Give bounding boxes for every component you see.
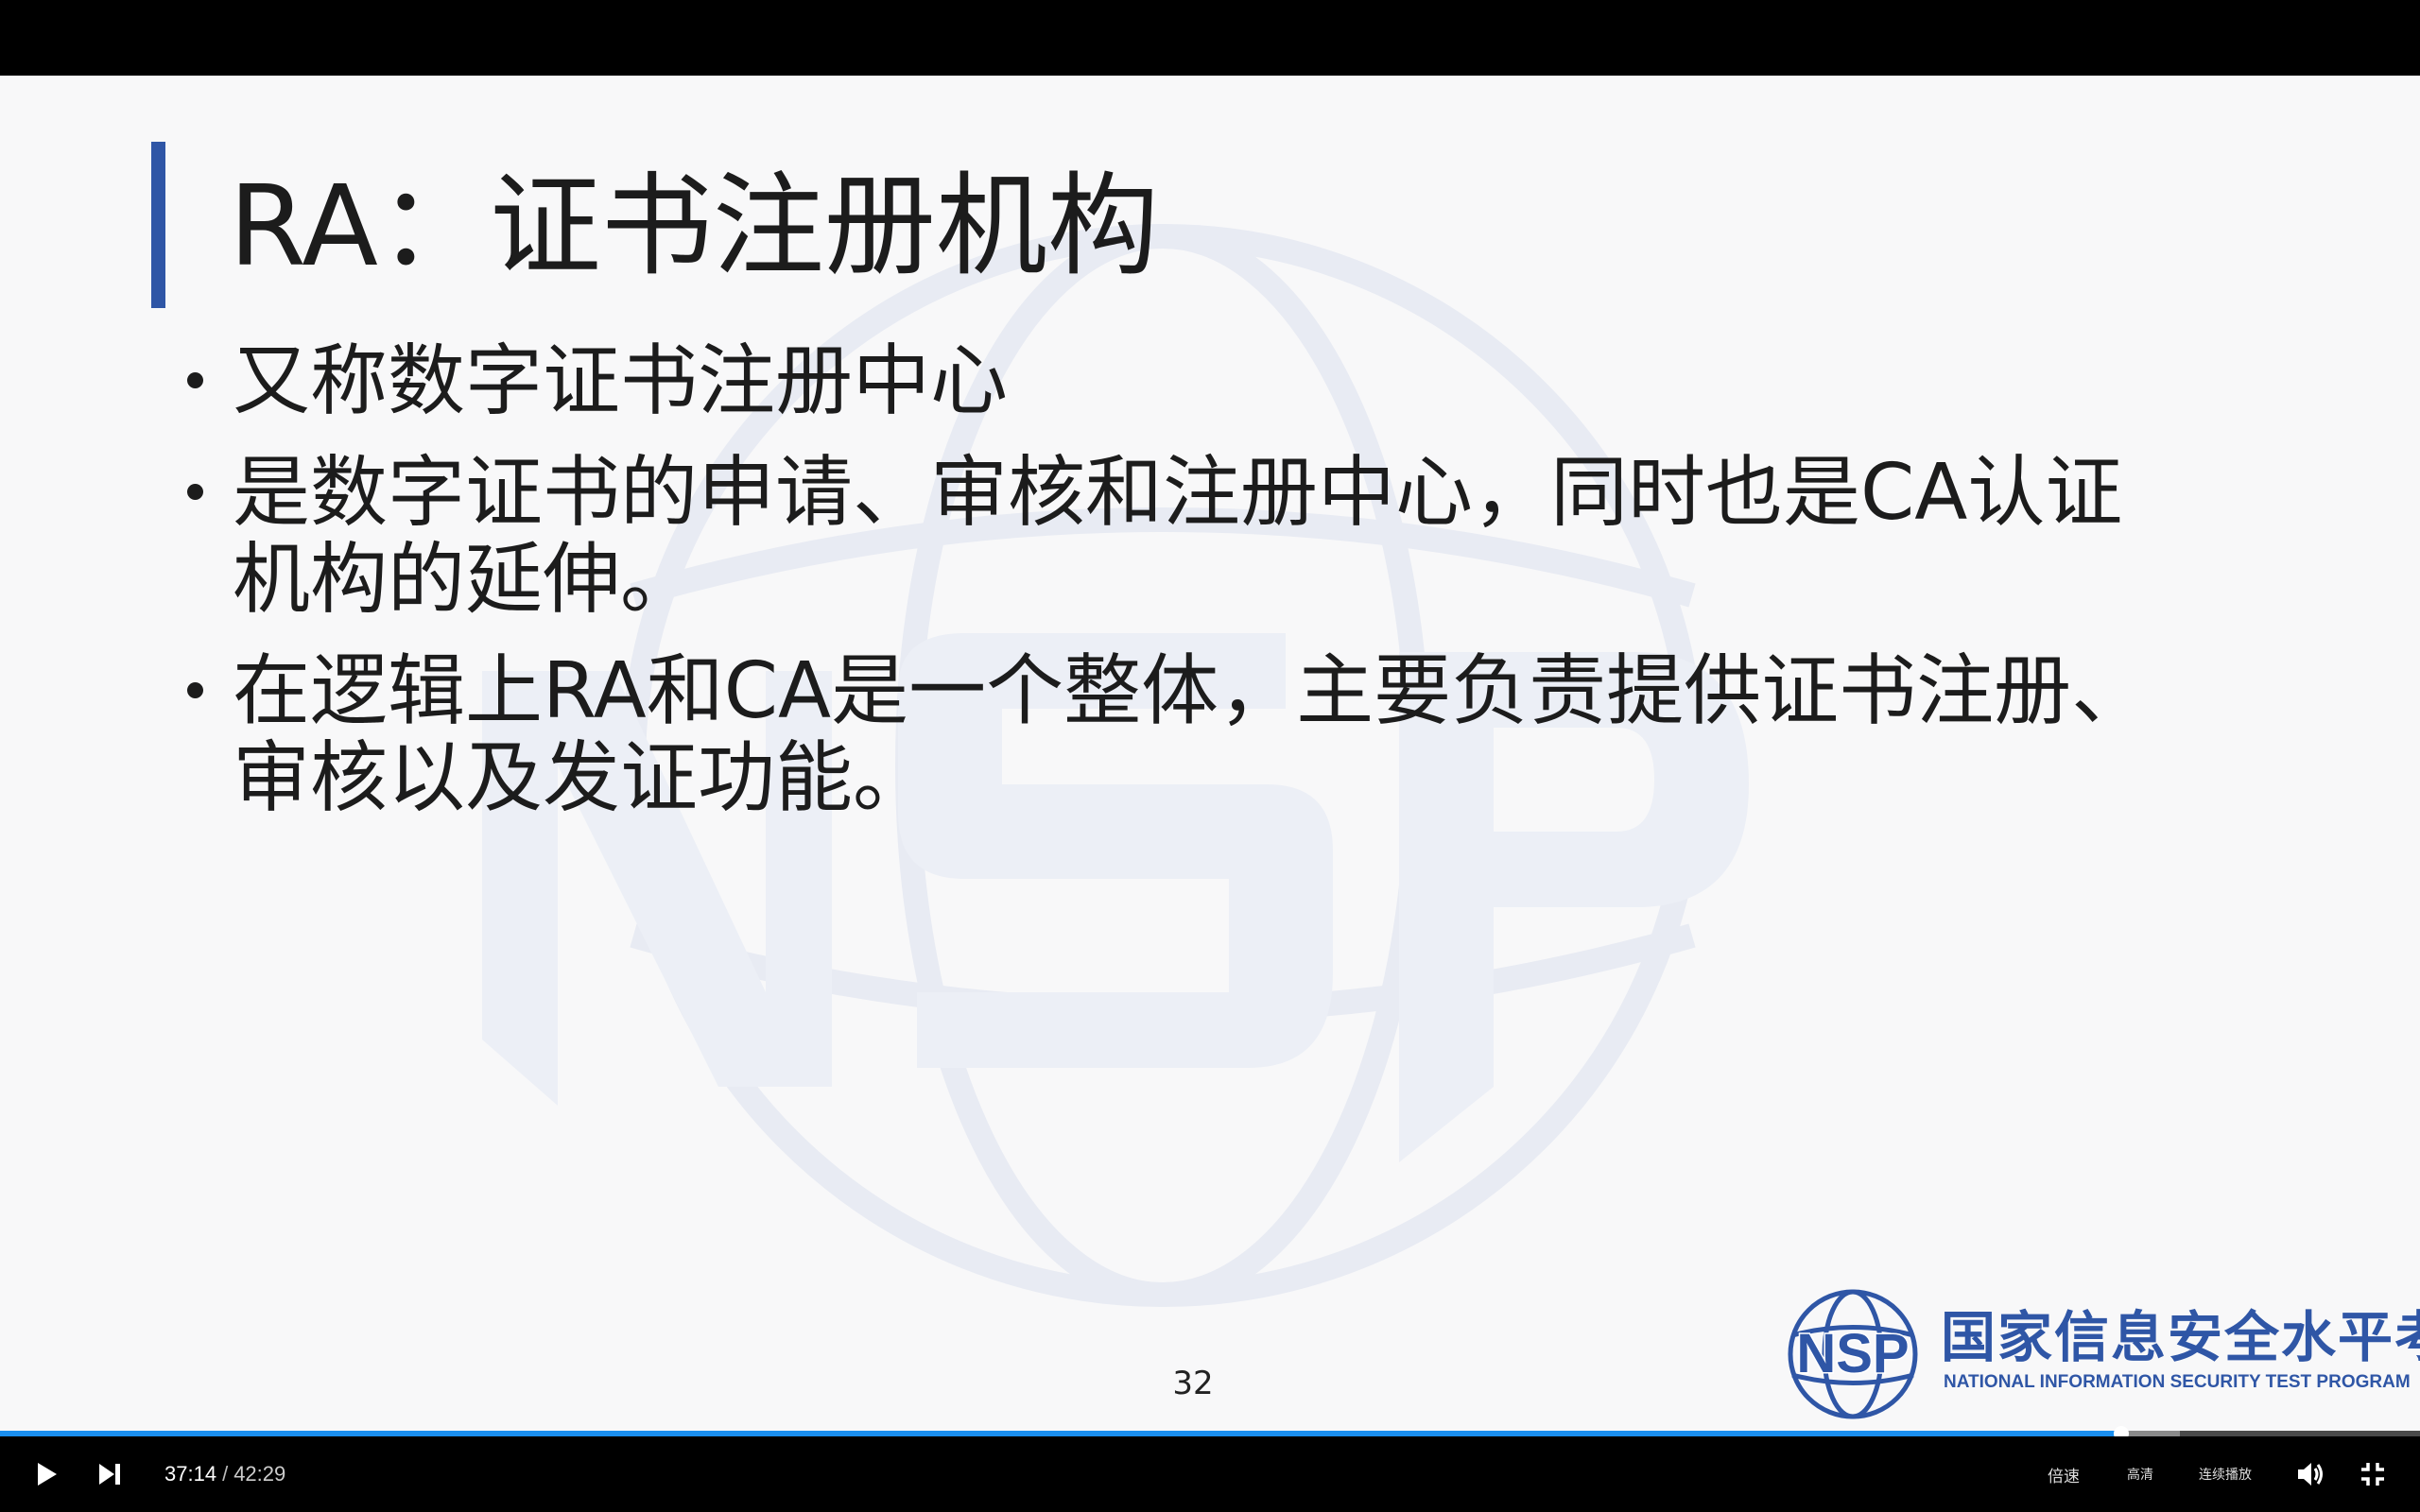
- time-separator: /: [222, 1462, 229, 1486]
- slide-page-number: 32: [1172, 1365, 1214, 1402]
- time-display: 37:14 / 42:29: [164, 1436, 285, 1512]
- play-icon: [38, 1463, 57, 1486]
- bullet-item: 在逻辑上RA和CA是一个整体，主要负责提供证书注册、 审核以及发证功能。: [180, 648, 2259, 822]
- bullet-dot-icon: [187, 682, 203, 698]
- play-button[interactable]: [28, 1436, 66, 1512]
- bullet-text-continued: 审核以及发证功能。: [233, 733, 931, 823]
- autoplay-button[interactable]: 连续播放: [2199, 1436, 2252, 1512]
- player-control-bar: 37:14 / 42:29 倍速 高清 连续播放: [0, 1436, 2420, 1512]
- nsp-logo: NSP 国家信息安全水平考试 NATIONAL INFORMATION SECU…: [1768, 1283, 2420, 1425]
- title-accent-bar: [151, 142, 165, 308]
- bullet-dot-icon: [187, 484, 203, 500]
- logo-name-en: NATIONAL INFORMATION SECURITY TEST PROGR…: [1944, 1372, 2411, 1392]
- volume-icon: [2298, 1463, 2323, 1486]
- nsp-globe-logo-icon: NSP: [1788, 1289, 1918, 1419]
- nsp-logo-mark: NSP: [1796, 1323, 1909, 1384]
- exit-fullscreen-icon: [2361, 1463, 2384, 1486]
- logo-name-cn: 国家信息安全水平考试: [1941, 1305, 2420, 1369]
- slide-title: RA：证书注册机构: [229, 161, 1159, 291]
- duration: 42:29: [233, 1462, 286, 1486]
- speed-button[interactable]: 倍速: [2048, 1436, 2080, 1512]
- slide: RA：证书注册机构 又称数字证书注册中心 是数字证书的申请、审核和注册中心，同时…: [0, 76, 2420, 1433]
- bullet-dot-icon: [187, 372, 203, 388]
- video-player-screen: RA：证书注册机构 又称数字证书注册中心 是数字证书的申请、审核和注册中心，同时…: [0, 0, 2420, 1512]
- bullet-text: 是数字证书的申请、审核和注册中心，同时也是CA认证: [233, 448, 2123, 538]
- bullet-text: 又称数字证书注册中心: [233, 336, 1009, 426]
- bullet-text: 在逻辑上RA和CA是一个整体，主要负责提供证书注册、: [233, 646, 2150, 736]
- volume-button[interactable]: [2291, 1436, 2329, 1512]
- current-time: 37:14: [164, 1462, 217, 1486]
- quality-button[interactable]: 高清: [2127, 1436, 2153, 1512]
- bullet-item: 又称数字证书注册中心: [180, 338, 2259, 425]
- bullet-item: 是数字证书的申请、审核和注册中心，同时也是CA认证 机构的延伸。: [180, 450, 2259, 624]
- next-button[interactable]: [91, 1436, 129, 1512]
- next-icon: [99, 1464, 120, 1485]
- exit-fullscreen-button[interactable]: [2354, 1436, 2392, 1512]
- bullet-text-continued: 机构的延伸。: [233, 535, 699, 625]
- bullet-list: 又称数字证书注册中心 是数字证书的申请、审核和注册中心，同时也是CA认证 机构的…: [180, 338, 2259, 847]
